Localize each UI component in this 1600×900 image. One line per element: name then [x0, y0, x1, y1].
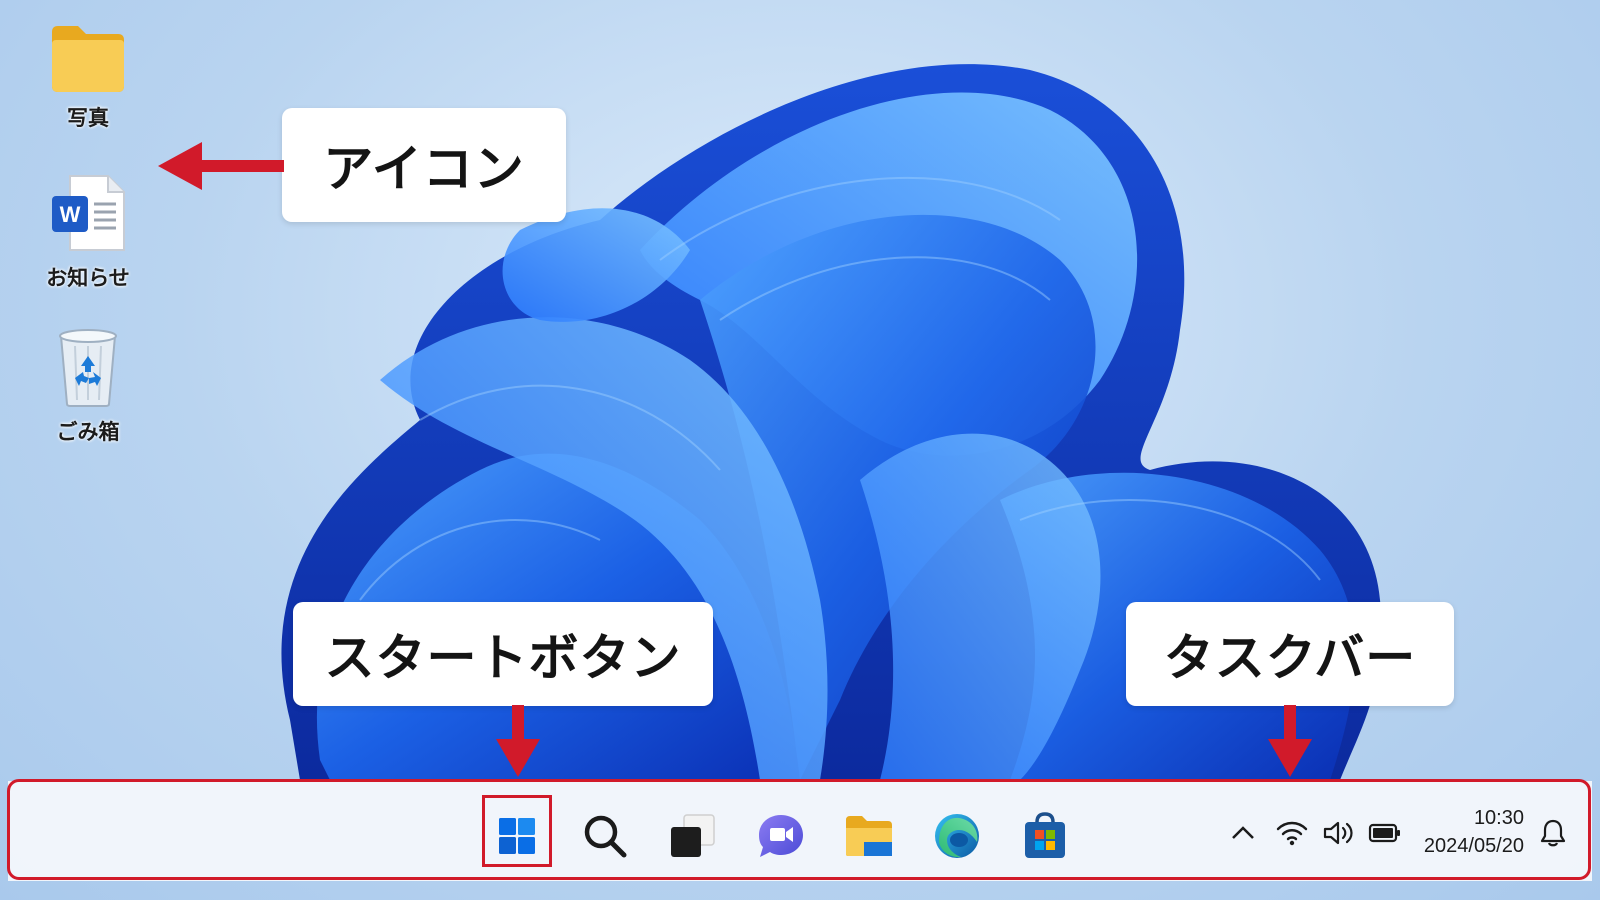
- search-icon: [584, 815, 627, 858]
- callout-start-button-label: スタートボタン: [293, 602, 713, 706]
- notifications-button[interactable]: [1536, 816, 1570, 850]
- wifi-icon: [1276, 821, 1308, 846]
- chevron-up-icon: [1232, 826, 1254, 839]
- desktop-icon-label: ごみ箱: [56, 420, 120, 444]
- windows-bloom-wallpaper: [281, 64, 1382, 781]
- clock-time: 10:30: [1473, 807, 1524, 829]
- word-document-icon: W: [52, 175, 125, 251]
- task-view-icon: [671, 814, 715, 857]
- search-button[interactable]: [575, 806, 635, 866]
- microsoft-store-button[interactable]: [1015, 806, 1075, 866]
- task-view-button[interactable]: [663, 806, 723, 866]
- folder-icon: [52, 26, 124, 92]
- arrow-left-icon: [158, 142, 284, 190]
- arrow-down-icon: [1268, 705, 1312, 777]
- callout-text: スタートボタン: [324, 629, 682, 687]
- battery-button[interactable]: [1368, 816, 1402, 850]
- recycle-bin-icon: [59, 329, 117, 407]
- taskbar-clock[interactable]: 10:30 2024/05/20: [1404, 804, 1524, 860]
- start-button[interactable]: [487, 806, 547, 866]
- desktop-background: [0, 0, 1600, 900]
- edge-browser-button[interactable]: [927, 806, 987, 866]
- show-hidden-icons-button[interactable]: [1226, 816, 1260, 850]
- bell-icon: [1540, 819, 1566, 847]
- callout-text: アイコン: [323, 140, 525, 198]
- desktop-icon-recycle-bin[interactable]: ごみ箱: [38, 326, 138, 446]
- volume-button[interactable]: [1322, 816, 1356, 850]
- teams-chat-icon: [759, 815, 803, 857]
- desktop-icon-notice-document[interactable]: W お知らせ: [38, 172, 138, 292]
- callout-text: タスクバー: [1163, 629, 1417, 687]
- battery-icon: [1368, 823, 1400, 843]
- windows-logo-icon: [499, 818, 535, 854]
- desktop-icon-label: 写真: [67, 106, 109, 130]
- chat-button[interactable]: [751, 806, 811, 866]
- network-button[interactable]: [1275, 816, 1309, 850]
- clock-date: 2024/05/20: [1423, 835, 1524, 857]
- callout-taskbar-label: タスクバー: [1126, 602, 1454, 706]
- desktop-icon-photos[interactable]: 写真: [38, 22, 138, 132]
- edge-browser-icon: [935, 814, 979, 858]
- arrow-down-icon: [496, 705, 540, 777]
- file-explorer-icon: [846, 816, 892, 856]
- desktop-icon-label: お知らせ: [46, 266, 130, 290]
- microsoft-store-icon: [1025, 812, 1065, 858]
- volume-icon: [1323, 821, 1353, 845]
- file-explorer-button[interactable]: [839, 806, 899, 866]
- svg-text:W: W: [60, 202, 81, 227]
- callout-icon-label: アイコン: [282, 108, 566, 222]
